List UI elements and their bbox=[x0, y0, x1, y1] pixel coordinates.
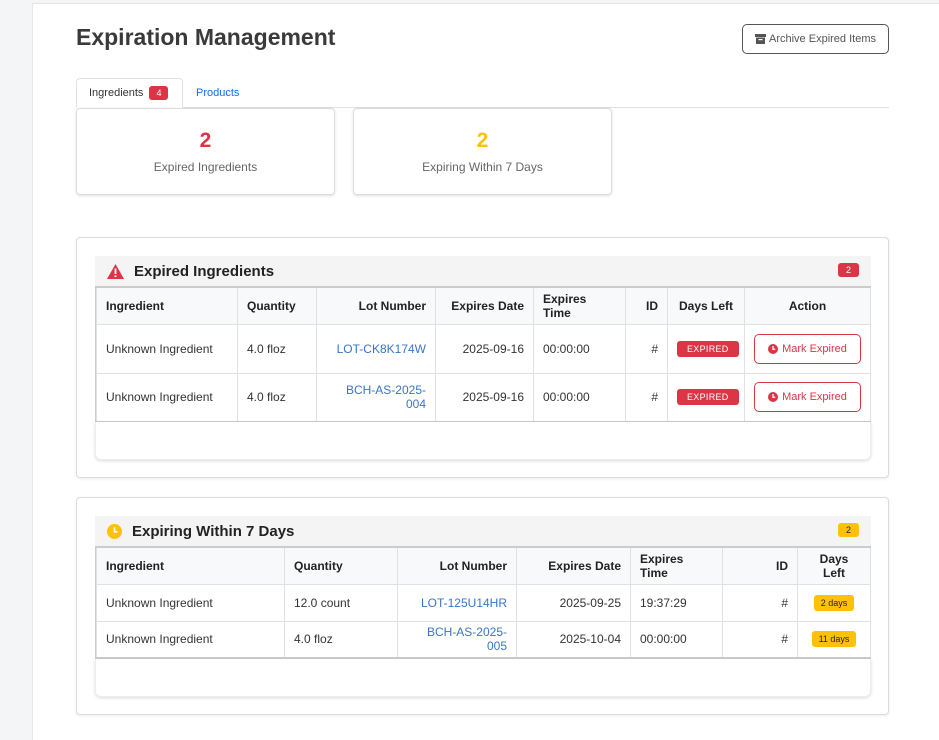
lot-number-link[interactable]: BCH-AS-2025-004 bbox=[346, 383, 426, 411]
table-row: Unknown Ingredient 12.0 count LOT-125U14… bbox=[96, 583, 871, 622]
clock-icon bbox=[107, 523, 122, 539]
column-header-days-left[interactable]: Days Left bbox=[667, 286, 745, 325]
cell-quantity: 4.0 floz bbox=[284, 620, 398, 659]
cell-expires-date: 2025-09-16 bbox=[435, 323, 534, 374]
expiring-count-badge: 2 bbox=[837, 523, 859, 537]
column-header-ingredient[interactable]: Ingredient bbox=[96, 546, 285, 585]
tab-ingredients[interactable]: Ingredients 4 bbox=[76, 78, 183, 108]
stat-card-expiring: 2 Expiring Within 7 Days bbox=[353, 108, 612, 195]
stat-expired-label: Expired Ingredients bbox=[153, 160, 258, 174]
cell-action: Mark Expired bbox=[744, 323, 871, 374]
cell-lot-number: LOT-125U14HR bbox=[397, 583, 517, 622]
cell-expires-date: 2025-09-25 bbox=[516, 583, 631, 622]
warning-triangle-icon bbox=[107, 263, 124, 279]
column-header-expires-time[interactable]: Expires Time bbox=[533, 286, 626, 325]
column-header-quantity[interactable]: Quantity bbox=[284, 546, 398, 585]
table-row: Unknown Ingredient 4.0 floz BCH-AS-2025-… bbox=[96, 620, 871, 659]
cell-id: # bbox=[625, 372, 668, 423]
expired-count-badge: 2 bbox=[837, 263, 859, 277]
column-header-id[interactable]: ID bbox=[625, 286, 668, 325]
days-left-badge: 11 days bbox=[811, 631, 857, 648]
cell-id: # bbox=[625, 323, 668, 374]
expired-panel-header: Expired Ingredients 2 bbox=[95, 256, 871, 286]
cell-ingredient: Unknown Ingredient bbox=[96, 620, 285, 659]
cell-ingredient: Unknown Ingredient bbox=[96, 323, 238, 374]
column-header-expires-time[interactable]: Expires Time bbox=[630, 546, 723, 585]
tab-ingredients-count-badge: 4 bbox=[149, 86, 169, 100]
expired-table-wrapper: Ingredient Quantity Lot Number Expires D… bbox=[95, 286, 871, 423]
expired-table-footer bbox=[95, 422, 871, 460]
expired-status-badge: EXPIRED bbox=[677, 340, 739, 357]
cell-id: # bbox=[722, 583, 798, 622]
clock-icon bbox=[768, 343, 779, 354]
category-tabs: Ingredients 4 Products bbox=[76, 78, 889, 108]
cell-days-left: EXPIRED bbox=[667, 323, 745, 374]
column-header-action: Action bbox=[744, 286, 871, 325]
cell-expires-time: 19:37:29 bbox=[630, 583, 723, 622]
table-row: Unknown Ingredient 4.0 floz BCH-AS-2025-… bbox=[96, 372, 871, 423]
column-header-expires-date[interactable]: Expires Date bbox=[516, 546, 631, 585]
cell-days-left: 2 days bbox=[797, 583, 871, 622]
cell-quantity: 4.0 floz bbox=[237, 372, 317, 423]
cell-lot-number: LOT-CK8K174W bbox=[316, 323, 436, 374]
column-header-expires-date[interactable]: Expires Date bbox=[435, 286, 534, 325]
expiring-panel-header: Expiring Within 7 Days 2 bbox=[95, 516, 871, 546]
archive-expired-label: Archive Expired Items bbox=[769, 33, 876, 45]
expired-table-header-row: Ingredient Quantity Lot Number Expires D… bbox=[96, 286, 871, 325]
column-header-ingredient[interactable]: Ingredient bbox=[96, 286, 238, 325]
expired-status-badge: EXPIRED bbox=[677, 389, 739, 406]
cell-days-left: 11 days bbox=[797, 620, 871, 659]
cell-id: # bbox=[722, 620, 798, 659]
cell-ingredient: Unknown Ingredient bbox=[96, 372, 238, 423]
column-header-quantity[interactable]: Quantity bbox=[237, 286, 317, 325]
expiring-table: Ingredient Quantity Lot Number Expires D… bbox=[96, 546, 871, 659]
main-content: Expiration Management Archive Expired It… bbox=[32, 3, 939, 740]
stat-card-expired: 2 Expired Ingredients bbox=[76, 108, 335, 195]
tab-products-label: Products bbox=[196, 87, 240, 99]
expiring-section: Expiring Within 7 Days 2 Ingredient Quan… bbox=[76, 497, 889, 715]
column-header-id[interactable]: ID bbox=[722, 546, 798, 585]
mark-expired-button[interactable]: Mark Expired bbox=[754, 382, 861, 413]
mark-expired-label: Mark Expired bbox=[782, 391, 847, 404]
clock-icon bbox=[768, 392, 779, 403]
expiring-table-header-row: Ingredient Quantity Lot Number Expires D… bbox=[96, 546, 871, 585]
stat-expiring-value: 2 bbox=[476, 129, 489, 152]
mark-expired-label: Mark Expired bbox=[782, 342, 847, 355]
tab-ingredients-label: Ingredients bbox=[89, 87, 144, 99]
days-left-badge: 2 days bbox=[813, 594, 855, 611]
cell-quantity: 12.0 count bbox=[284, 583, 398, 622]
cell-action: Mark Expired bbox=[744, 372, 871, 423]
expired-section: Expired Ingredients 2 Ingredient Quantit… bbox=[76, 237, 889, 478]
cell-expires-time: 00:00:00 bbox=[533, 323, 626, 374]
archive-expired-button[interactable]: Archive Expired Items bbox=[742, 24, 889, 54]
column-header-days-left[interactable]: Days Left bbox=[797, 546, 871, 585]
column-header-lot-number[interactable]: Lot Number bbox=[316, 286, 436, 325]
stat-expiring-label: Expiring Within 7 Days bbox=[422, 160, 543, 174]
table-row: Unknown Ingredient 4.0 floz LOT-CK8K174W… bbox=[96, 323, 871, 374]
expiring-table-wrapper: Ingredient Quantity Lot Number Expires D… bbox=[95, 546, 871, 659]
expired-panel-title: Expired Ingredients bbox=[134, 262, 275, 280]
cell-days-left: EXPIRED bbox=[667, 372, 745, 423]
cell-lot-number: BCH-AS-2025-004 bbox=[316, 372, 436, 423]
column-header-lot-number[interactable]: Lot Number bbox=[397, 546, 517, 585]
lot-number-link[interactable]: LOT-CK8K174W bbox=[337, 342, 426, 356]
archive-icon bbox=[755, 34, 766, 44]
expiring-panel-title: Expiring Within 7 Days bbox=[132, 522, 295, 540]
lot-number-link[interactable]: LOT-125U14HR bbox=[421, 596, 507, 610]
stat-expired-value: 2 bbox=[199, 129, 212, 152]
lot-number-link[interactable]: BCH-AS-2025-005 bbox=[427, 625, 507, 653]
cell-ingredient: Unknown Ingredient bbox=[96, 583, 285, 622]
tab-products[interactable]: Products bbox=[196, 78, 239, 108]
page-title: Expiration Management bbox=[76, 24, 336, 50]
cell-expires-date: 2025-10-04 bbox=[516, 620, 631, 659]
expired-table: Ingredient Quantity Lot Number Expires D… bbox=[96, 286, 871, 423]
mark-expired-button[interactable]: Mark Expired bbox=[754, 333, 861, 364]
cell-lot-number: BCH-AS-2025-005 bbox=[397, 620, 517, 659]
expiring-table-footer bbox=[95, 659, 871, 697]
cell-expires-date: 2025-09-16 bbox=[435, 372, 534, 423]
cell-quantity: 4.0 floz bbox=[237, 323, 317, 374]
cell-expires-time: 00:00:00 bbox=[630, 620, 723, 659]
cell-expires-time: 00:00:00 bbox=[533, 372, 626, 423]
